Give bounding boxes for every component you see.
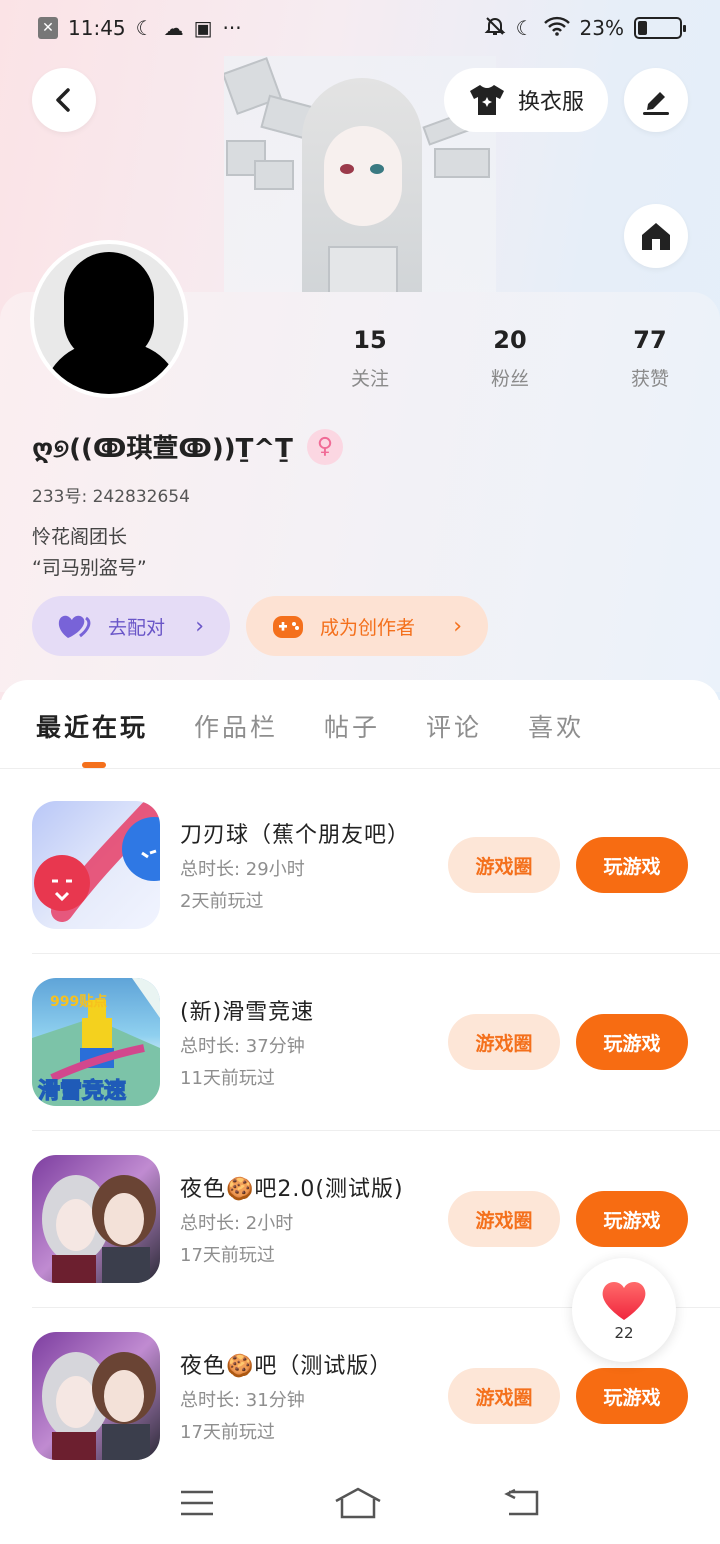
tshirt-icon bbox=[469, 85, 504, 115]
female-gender-icon: ♀ bbox=[306, 428, 343, 465]
app-notification-icon: ▣ bbox=[193, 16, 213, 40]
game-row[interactable]: 刀刃球（蕉个朋友吧） 总时长: 29小时 2天前玩过 游戏圈 玩游戏 bbox=[32, 800, 688, 930]
play-game-button[interactable]: 玩游戏 bbox=[576, 1014, 688, 1070]
game-circle-button[interactable]: 游戏圈 bbox=[448, 837, 560, 893]
gamepad-icon bbox=[273, 616, 303, 638]
ski-icon-logo-text: 滑雪竞速 bbox=[38, 1078, 126, 1104]
game-last-played: 2天前玩过 bbox=[180, 891, 264, 912]
play-game-button[interactable]: 玩游戏 bbox=[576, 1191, 688, 1247]
pair-button[interactable]: 去配对 › bbox=[32, 596, 230, 656]
change-outfit-label: 换衣服 bbox=[517, 90, 584, 115]
become-creator-label: 成为创作者 bbox=[320, 616, 416, 639]
game-icon-night-bar-2[interactable] bbox=[32, 1155, 160, 1283]
profile-tabs: 最近在玩 作品栏 帖子 评论 喜欢 bbox=[36, 708, 584, 768]
cloud-icon: ☁ bbox=[163, 16, 184, 40]
close-notification-icon: ✕ bbox=[38, 17, 58, 39]
battery-percent: 23% bbox=[579, 16, 624, 40]
like-count: 22 bbox=[614, 1324, 634, 1342]
status-bar: ✕ 11:45 ☾ ☁ ▣ ··· ☾ 23% bbox=[0, 0, 720, 56]
following-count: 15 bbox=[353, 326, 387, 354]
likes-count: 77 bbox=[633, 326, 667, 354]
tabs-divider bbox=[0, 768, 720, 769]
user-id[interactable]: 233号: 242832654 bbox=[32, 482, 190, 507]
tab-comments[interactable]: 评论 bbox=[426, 708, 482, 744]
game-circle-button[interactable]: 游戏圈 bbox=[448, 1191, 560, 1247]
likes-label: 获赞 bbox=[630, 368, 669, 390]
nickname-row: ღ୭((ↂ琪萱ↂ))Ṯ^Ṯ ♀ bbox=[32, 428, 343, 465]
chevron-right-icon: › bbox=[453, 613, 462, 639]
avatar[interactable] bbox=[30, 240, 188, 398]
chevron-right-icon: › bbox=[195, 613, 204, 639]
game-circle-button[interactable]: 游戏圈 bbox=[448, 1368, 560, 1424]
game-row[interactable]: 夜色🍪吧（测试版） 总时长: 31分钟 17天前玩过 游戏圈 玩游戏 bbox=[32, 1331, 688, 1461]
game-row[interactable]: 999贴点 滑雪竞速 (新)滑雪竞速 总时长: 37分钟 11天前玩过 游戏圈 … bbox=[32, 977, 688, 1107]
pair-label: 去配对 bbox=[108, 616, 166, 639]
more-notifications-icon: ··· bbox=[222, 16, 242, 40]
game-circle-button[interactable]: 游戏圈 bbox=[448, 1014, 560, 1070]
profile-stats: 15 关注 20 粉丝 77 获赞 bbox=[300, 326, 720, 391]
game-last-played: 11天前玩过 bbox=[180, 1068, 275, 1089]
tab-works[interactable]: 作品栏 bbox=[194, 708, 278, 744]
battery-level-fill bbox=[638, 21, 648, 35]
dnd-moon-icon: ☾ bbox=[515, 16, 534, 40]
mute-bell-icon bbox=[484, 15, 506, 42]
heart-icon bbox=[602, 1282, 646, 1320]
ski-icon-badge-text: 999贴点 bbox=[50, 993, 107, 1010]
menu-icon[interactable] bbox=[179, 1489, 215, 1521]
system-navigation-bar bbox=[0, 1466, 720, 1544]
tab-recently-played[interactable]: 最近在玩 bbox=[36, 708, 148, 768]
stat-followers[interactable]: 20 粉丝 bbox=[440, 326, 580, 391]
game-duration: 总时长: 2小时 bbox=[180, 1213, 294, 1234]
bio-line-1: 怜花阁团长 bbox=[32, 526, 128, 548]
stat-following[interactable]: 15 关注 bbox=[300, 326, 440, 391]
tab-posts[interactable]: 帖子 bbox=[324, 708, 380, 744]
home-icon bbox=[642, 223, 670, 250]
home-nav-icon[interactable] bbox=[334, 1487, 382, 1523]
nickname: ღ୭((ↂ琪萱ↂ))Ṯ^Ṯ bbox=[32, 434, 293, 464]
change-outfit-button[interactable]: 换衣服 bbox=[444, 68, 608, 132]
game-last-played: 17天前玩过 bbox=[180, 1245, 275, 1266]
battery-icon bbox=[634, 17, 686, 39]
followers-label: 粉丝 bbox=[490, 368, 529, 390]
status-time: 11:45 bbox=[68, 16, 126, 40]
game-icon-blade-ball[interactable] bbox=[32, 801, 160, 929]
play-game-button[interactable]: 玩游戏 bbox=[576, 837, 688, 893]
followers-count: 20 bbox=[493, 326, 527, 354]
following-label: 关注 bbox=[350, 368, 389, 390]
game-row[interactable]: 夜色🍪吧2.0(测试版) 总时长: 2小时 17天前玩过 游戏圈 玩游戏 bbox=[32, 1154, 688, 1284]
like-floating-button[interactable]: 22 bbox=[572, 1258, 676, 1362]
game-title: 夜色🍪吧2.0(测试版) bbox=[180, 1177, 404, 1202]
game-title: 刀刃球（蕉个朋友吧） bbox=[180, 823, 411, 848]
game-title: (新)滑雪竞速 bbox=[180, 1000, 315, 1025]
moon-icon: ☾ bbox=[135, 16, 154, 40]
double-heart-icon bbox=[58, 615, 91, 638]
row-divider bbox=[32, 953, 720, 954]
tab-likes[interactable]: 喜欢 bbox=[528, 708, 584, 744]
wifi-icon bbox=[543, 16, 570, 41]
homepage-button[interactable] bbox=[624, 204, 688, 268]
game-icon-ski-race[interactable]: 999贴点 滑雪竞速 bbox=[32, 978, 160, 1106]
back-arrow-icon bbox=[56, 88, 70, 112]
bio-line-2: “司马别盗号” bbox=[32, 557, 147, 579]
bio: 怜花阁团长 “司马别盗号” bbox=[32, 522, 147, 584]
become-creator-button[interactable]: 成为创作者 › bbox=[246, 596, 488, 656]
row-divider bbox=[32, 1130, 720, 1131]
game-title: 夜色🍪吧（测试版） bbox=[180, 1354, 393, 1379]
edit-profile-button[interactable] bbox=[624, 68, 688, 132]
game-last-played: 17天前玩过 bbox=[180, 1422, 275, 1443]
game-icon-night-bar[interactable] bbox=[32, 1332, 160, 1460]
back-button[interactable] bbox=[32, 68, 96, 132]
back-nav-icon[interactable] bbox=[501, 1488, 541, 1522]
game-duration: 总时长: 31分钟 bbox=[180, 1390, 305, 1411]
game-duration: 总时长: 29小时 bbox=[180, 859, 305, 880]
game-duration: 总时长: 37分钟 bbox=[180, 1036, 305, 1057]
stat-likes[interactable]: 77 获赞 bbox=[580, 326, 720, 391]
play-game-button[interactable]: 玩游戏 bbox=[576, 1368, 688, 1424]
edit-pen-icon bbox=[643, 92, 669, 115]
